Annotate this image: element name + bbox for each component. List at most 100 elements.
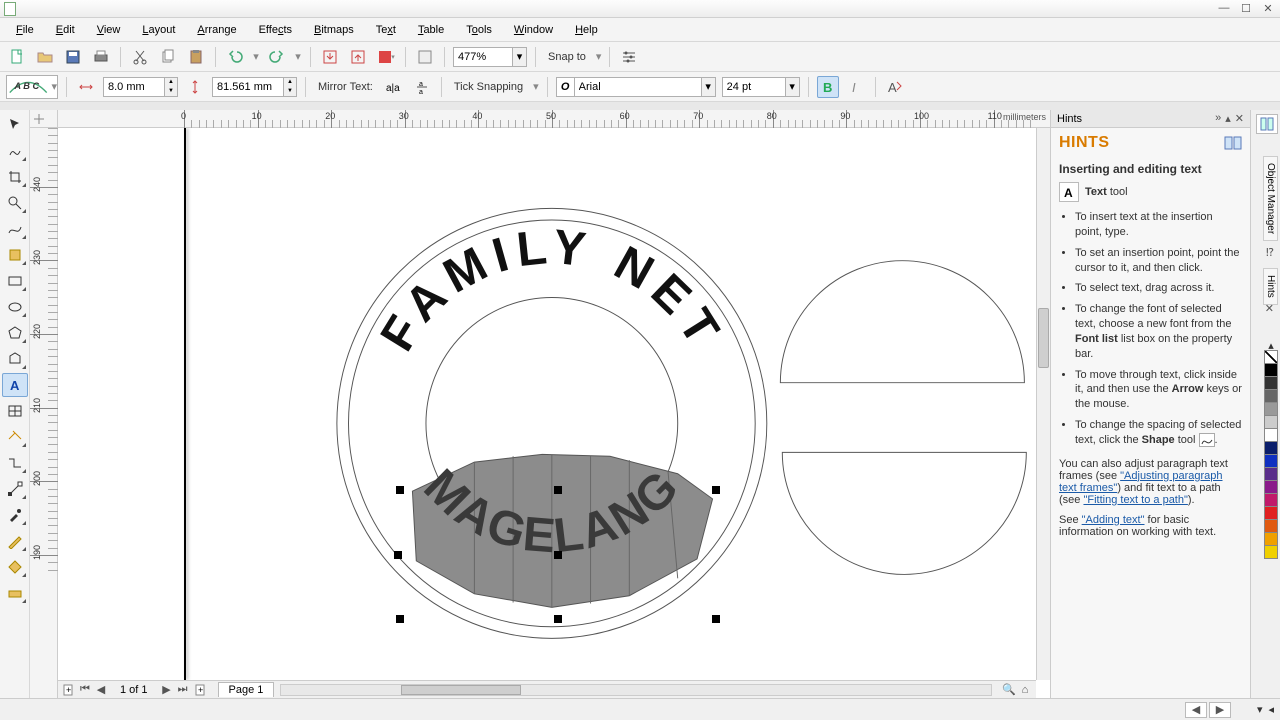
next-page-button[interactable]: ▶: [160, 683, 174, 697]
zoom-input[interactable]: [453, 47, 513, 67]
selection-handle[interactable]: [712, 615, 720, 623]
ruler-vertical[interactable]: 190200210220230240: [30, 128, 58, 698]
color-swatch[interactable]: [1264, 480, 1278, 494]
spin-down[interactable]: ▼: [165, 87, 177, 96]
color-swatch[interactable]: [1264, 376, 1278, 390]
dock-tab-object-manager[interactable]: Object Manager: [1263, 156, 1278, 241]
offset-x-input[interactable]: [103, 77, 165, 97]
help-cursor-icon[interactable]: ⁉: [1266, 246, 1274, 259]
tool-ellipse[interactable]: [2, 295, 28, 319]
font-size-dropdown[interactable]: ▾: [786, 77, 800, 97]
ruler-origin[interactable]: [30, 110, 58, 128]
hints-book-icon[interactable]: [1224, 135, 1242, 151]
selection-handle[interactable]: [394, 551, 402, 559]
font-input[interactable]: [574, 77, 702, 97]
menu-effects[interactable]: Effects: [249, 21, 302, 39]
mirror-h-button[interactable]: a|a: [383, 76, 405, 98]
selection-handle[interactable]: [554, 486, 562, 494]
add-page-after-button[interactable]: +: [192, 683, 206, 697]
tool-dimension[interactable]: [2, 425, 28, 449]
canvas-viewport[interactable]: FAMILY NET MAGELANG: [58, 128, 1036, 680]
palette-scroll-up[interactable]: ▴: [1264, 340, 1278, 350]
open-button[interactable]: [34, 46, 56, 68]
hint-back-button[interactable]: ◀: [1185, 702, 1207, 718]
panel-rollup-button[interactable]: ▴: [1225, 112, 1231, 125]
publish-pdf-button[interactable]: ▾: [375, 46, 397, 68]
menu-bitmaps[interactable]: Bitmaps: [304, 21, 364, 39]
tool-table[interactable]: [2, 399, 28, 423]
font-size-combo[interactable]: ▾: [722, 77, 800, 97]
navigator-button[interactable]: ⌂: [1018, 683, 1032, 697]
minimize-button[interactable]: —: [1216, 2, 1232, 15]
selection-handle[interactable]: [396, 486, 404, 494]
tool-interactive-fill[interactable]: [2, 581, 28, 605]
tool-interactive[interactable]: [2, 477, 28, 501]
offset-y-input[interactable]: [212, 77, 284, 97]
new-button[interactable]: [6, 46, 28, 68]
undo-button[interactable]: [224, 46, 246, 68]
font-size-input[interactable]: [722, 77, 786, 97]
add-page-before-button[interactable]: +: [62, 683, 76, 697]
menu-table[interactable]: Table: [408, 21, 454, 39]
zoom-tool-button[interactable]: 🔍: [1002, 683, 1016, 697]
menu-text[interactable]: Text: [366, 21, 406, 39]
scrollbar-vertical[interactable]: [1036, 128, 1050, 680]
menu-arrange[interactable]: Arrange: [187, 21, 246, 39]
tool-rectangle[interactable]: [2, 269, 28, 293]
color-swatch[interactable]: [1264, 389, 1278, 403]
prev-page-button[interactable]: ◀: [94, 683, 108, 697]
italic-button[interactable]: I: [845, 76, 867, 98]
link-adding-text[interactable]: "Adding text": [1082, 514, 1145, 526]
tool-eyedropper[interactable]: [2, 503, 28, 527]
close-button[interactable]: ✕: [1260, 2, 1276, 15]
color-swatch[interactable]: [1264, 519, 1278, 533]
import-button[interactable]: [319, 46, 341, 68]
cut-button[interactable]: [129, 46, 151, 68]
app-launcher-button[interactable]: [414, 46, 436, 68]
ruler-horizontal[interactable]: millimeters 1020304050607080901001100: [58, 110, 1050, 128]
font-combo[interactable]: O ▾: [556, 77, 716, 97]
menu-layout[interactable]: Layout: [132, 21, 185, 39]
snap-dropdown[interactable]: ▾: [596, 50, 602, 63]
tick-snapping-dropdown[interactable]: ▾: [533, 80, 539, 93]
print-button[interactable]: [90, 46, 112, 68]
color-swatch[interactable]: [1264, 532, 1278, 546]
color-swatch[interactable]: [1264, 363, 1278, 377]
first-page-button[interactable]: ⏮: [78, 683, 92, 697]
last-page-button[interactable]: ⏭: [176, 683, 190, 697]
color-swatch[interactable]: [1264, 467, 1278, 481]
tool-crop[interactable]: [2, 165, 28, 189]
drawing[interactable]: FAMILY NET MAGELANG: [58, 128, 1036, 680]
tool-shape[interactable]: [2, 139, 28, 163]
path-preset-combo[interactable]: A B C ▾: [6, 75, 58, 99]
scrollbar-horizontal[interactable]: [280, 684, 992, 696]
panel-collapse-button[interactable]: »: [1215, 112, 1221, 125]
panel-close-button[interactable]: ✕: [1235, 112, 1244, 125]
hint-forward-button[interactable]: ▶: [1209, 702, 1231, 718]
redo-button[interactable]: [266, 46, 288, 68]
tool-zoom[interactable]: [2, 191, 28, 215]
color-swatch[interactable]: [1264, 454, 1278, 468]
offset-x-field[interactable]: ▲▼: [103, 77, 178, 97]
tool-freehand[interactable]: [2, 217, 28, 241]
dock-close-icon[interactable]: ✕: [1265, 302, 1274, 315]
menu-view[interactable]: View: [87, 21, 131, 39]
tool-basic-shapes[interactable]: [2, 347, 28, 371]
scroll-thumb[interactable]: [401, 685, 521, 695]
palette-scroll-down[interactable]: ▾: [1257, 703, 1263, 716]
tool-connector[interactable]: [2, 451, 28, 475]
color-swatch[interactable]: [1264, 350, 1278, 364]
spin-up[interactable]: ▲: [284, 78, 296, 87]
menu-help[interactable]: Help: [565, 21, 608, 39]
dock-button[interactable]: [1256, 114, 1278, 134]
tool-fill[interactable]: [2, 555, 28, 579]
color-swatch[interactable]: [1264, 493, 1278, 507]
spin-down[interactable]: ▼: [284, 87, 296, 96]
hints-titlebar[interactable]: Hints » ▴ ✕: [1051, 110, 1250, 128]
dock-tab-hints[interactable]: Hints: [1263, 268, 1278, 305]
selection-handle[interactable]: [554, 615, 562, 623]
undo-dropdown[interactable]: ▾: [252, 50, 260, 63]
page-tab[interactable]: Page 1: [218, 682, 275, 697]
options-button[interactable]: [618, 46, 640, 68]
palette-flyout-button[interactable]: ◂: [1268, 703, 1274, 716]
